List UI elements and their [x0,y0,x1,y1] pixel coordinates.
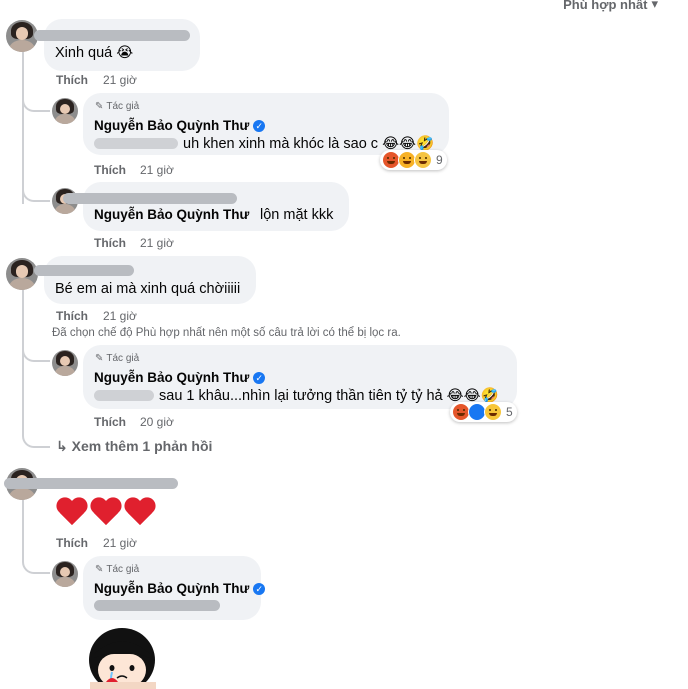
thread-connector [22,500,50,574]
reply-arrow-icon: ↳ [56,438,68,454]
comment-text: lộn mặt kkk [260,207,334,223]
redacted-name [34,265,134,276]
redacted-name [63,193,237,204]
author-badge: ✎ Tác giả [95,564,139,575]
pen-icon: ✎ [95,564,104,575]
redacted-text [94,600,220,611]
author-badge-label: Tác giả [106,353,140,364]
like-button[interactable]: Thích [94,163,126,177]
thread-connector [22,290,50,362]
author-name: Nguyễn Bảo Quỳnh Thư [94,581,250,596]
reaction-summary[interactable]: 5 [450,402,517,422]
redacted-name [34,30,190,41]
avatar[interactable] [52,350,78,376]
comment-filter-dropdown[interactable]: Phù hợp nhất ▾ [563,0,658,12]
avatar[interactable] [52,98,78,124]
red-heart-icon [56,494,88,526]
comment-text: Xinh quá 😭 [55,45,134,61]
comment-time[interactable]: 21 giờ [140,163,174,177]
comment-time[interactable]: 21 giờ [140,236,174,250]
comment-time[interactable]: 21 giờ [103,73,137,87]
like-button[interactable]: Thích [94,236,126,250]
crying-girl-sticker[interactable] [84,624,162,689]
caret-down-icon: ▾ [651,0,658,11]
comment-author[interactable]: Nguyễn Bảo Quỳnh Thư [94,207,249,222]
comment-bubble: Nguyễn Bảo Quỳnh Thư lộn mặt kkk [63,182,349,231]
pen-icon: ✎ [95,101,104,112]
red-heart-icon [124,494,156,526]
author-name: Nguyễn Bảo Quỳnh Thư [94,370,250,385]
reaction-count: 9 [436,153,443,167]
comment-bubble: Xinh quá 😭 [34,19,200,71]
like-button[interactable]: Thích [56,73,88,87]
thread-connector [22,100,50,202]
author-badge-label: Tác giả [106,101,140,112]
verified-badge-icon: ✓ [253,583,266,595]
verified-badge-icon: ✓ [253,120,266,132]
comment-author[interactable]: Nguyễn Bảo Quỳnh Thư ✓ [94,370,266,385]
author-badge-label: Tác giả [106,564,140,575]
comment-bubble: ✎ Tác giả Nguyễn Bảo Quỳnh Thư ✓ sau 1 kh… [83,345,517,409]
author-badge: ✎ Tác giả [95,353,139,364]
reaction-summary[interactable]: 9 [380,150,447,170]
comment-time[interactable]: 20 giờ [140,415,174,429]
comment-text: Bé em ai mà xinh quá chờiiiii [55,281,241,297]
comment-author[interactable]: Nguyễn Bảo Quỳnh Thư ✓ [94,118,266,133]
haha-reaction-icon [484,403,502,421]
comment-bubble: ✎ Tác giả Nguyễn Bảo Quỳnh Thư ✓ uh khen … [83,93,449,155]
verified-badge-icon: ✓ [253,372,266,384]
comment-time[interactable]: 21 giờ [103,309,137,323]
author-badge: ✎ Tác giả [95,101,139,112]
redacted-tag [94,390,154,401]
author-name: Nguyễn Bảo Quỳnh Thư [94,207,250,222]
like-button[interactable]: Thích [56,536,88,550]
red-heart-icon [90,494,122,526]
filter-label: Phù hợp nhất [563,0,648,12]
redacted-name [4,478,178,489]
avatar[interactable] [6,258,38,290]
hearts-content [56,494,156,526]
filter-notice: Đã chọn chế độ Phù hợp nhất nên một số c… [52,327,401,339]
see-more-replies[interactable]: ↳ Xem thêm 1 phản hồi [56,438,212,455]
comment-author[interactable]: Nguyễn Bảo Quỳnh Thư ✓ [94,581,266,596]
thread-connector [22,360,50,448]
sad-reaction-icon [414,151,432,169]
comment-bubble: ✎ Tác giả Nguyễn Bảo Quỳnh Thư ✓ [83,556,266,620]
comment-bubble: Bé em ai mà xinh quá chờiiiii [34,256,256,304]
comment-text: sau 1 khâu...nhìn lại tưởng thần tiên tỷ… [159,388,499,404]
avatar[interactable] [52,561,78,587]
see-more-label: Xem thêm 1 phản hồi [71,438,213,454]
redacted-tag [94,138,178,149]
pen-icon: ✎ [95,353,104,364]
reaction-count: 5 [506,405,513,419]
comment-time[interactable]: 21 giờ [103,536,137,550]
like-button[interactable]: Thích [56,309,88,323]
author-name: Nguyễn Bảo Quỳnh Thư [94,118,250,133]
like-button[interactable]: Thích [94,415,126,429]
